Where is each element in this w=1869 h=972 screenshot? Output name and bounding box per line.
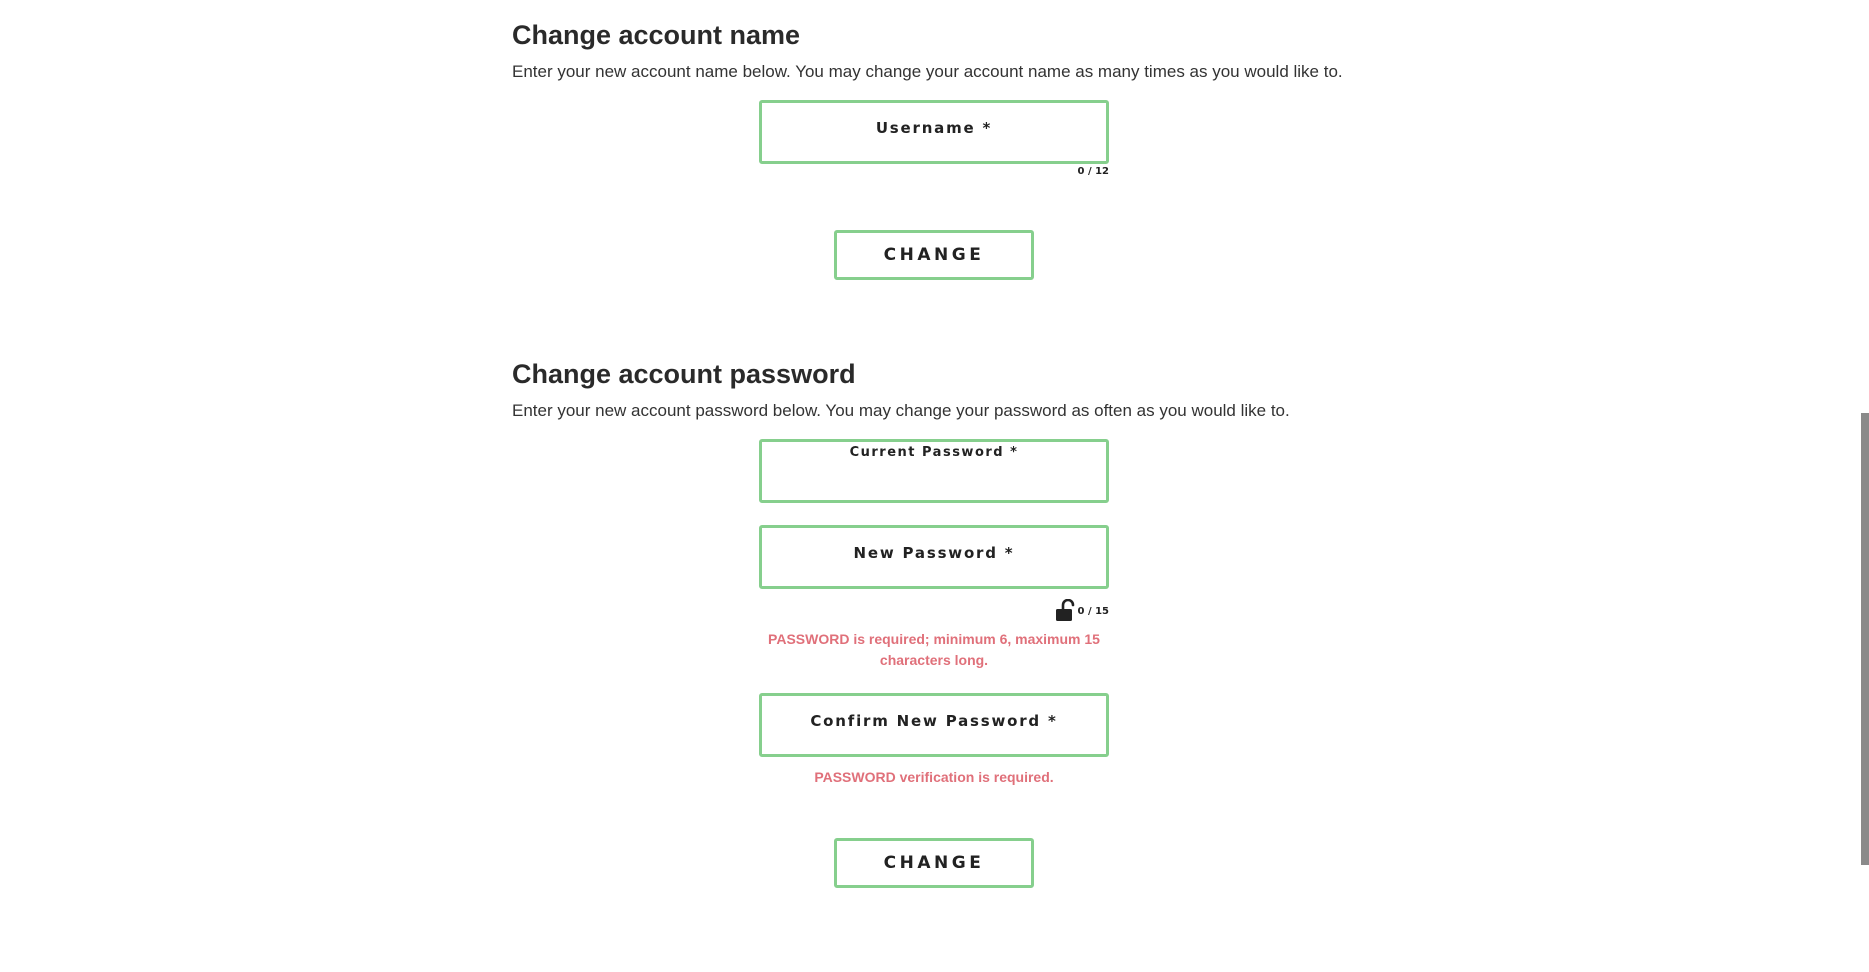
- new-password-input[interactable]: [762, 528, 1106, 586]
- change-account-name-button[interactable]: CHANGE: [834, 230, 1034, 280]
- current-password-input[interactable]: [762, 442, 1106, 500]
- account-name-title: Change account name: [512, 20, 801, 50]
- username-input[interactable]: [762, 103, 1106, 161]
- username-char-counter: 0 / 12: [1077, 166, 1110, 177]
- new-password-field[interactable]: New Password *: [759, 525, 1109, 589]
- account-name-section: Change account name Enter your new accou…: [512, 19, 1412, 83]
- new-password-error: PASSWORD is required; minimum 6, maximum…: [768, 631, 1100, 668]
- confirm-password-input[interactable]: [762, 696, 1106, 754]
- change-password-button[interactable]: CHANGE: [834, 838, 1034, 888]
- confirm-password-field[interactable]: Confirm New Password *: [759, 693, 1109, 757]
- confirm-password-error: PASSWORD verification is required.: [814, 769, 1054, 785]
- account-password-title: Change account password: [512, 359, 856, 389]
- scrollbar-thumb[interactable]: [1861, 413, 1869, 865]
- new-password-char-counter: 0 / 15: [1077, 606, 1110, 617]
- current-password-field[interactable]: Current Password *: [759, 439, 1109, 503]
- account-settings-page: Change account name Enter your new accou…: [0, 0, 1869, 972]
- username-field[interactable]: Username *: [759, 100, 1109, 164]
- account-name-description: Enter your new account name below. You m…: [512, 62, 1343, 81]
- account-password-description: Enter your new account password below. Y…: [512, 401, 1290, 420]
- account-password-section: Change account password Enter your new a…: [512, 358, 1412, 422]
